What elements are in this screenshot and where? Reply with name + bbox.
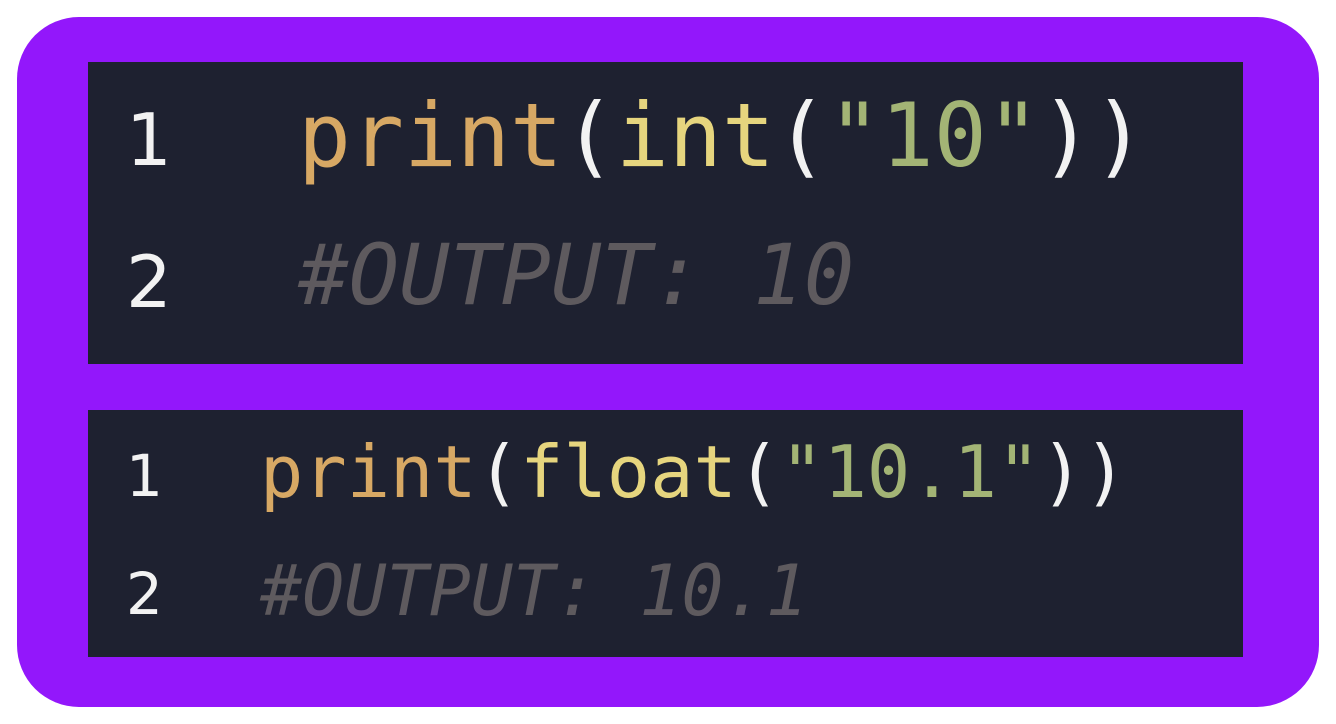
paren-token: )): [1040, 430, 1128, 514]
string-token: "10.1": [780, 430, 1041, 514]
output-comment: #OUTPUT: 10.1: [260, 550, 808, 632]
paren-token: (: [562, 84, 616, 187]
code-text: print(int("10")): [298, 84, 1146, 187]
builtin-token: int: [615, 84, 775, 187]
paren-token: (: [736, 430, 781, 514]
output-comment: #OUTPUT: 10: [298, 226, 855, 324]
function-token: print: [260, 430, 477, 514]
line-number: 2: [126, 240, 172, 324]
line-number: 1: [126, 98, 172, 182]
code-panel-int: 1 print(int("10")) 2 #OUTPUT: 10: [88, 62, 1243, 364]
paren-token: )): [1039, 84, 1146, 187]
code-line: 1 print(int("10")): [88, 84, 1146, 198]
line-number: 2: [126, 560, 163, 628]
builtin-token: float: [520, 430, 737, 514]
string-token: "10": [827, 84, 1040, 187]
code-panel-float: 1 print(float("10.1")) 2 #OUTPUT: 10.1: [88, 410, 1243, 657]
function-token: print: [298, 84, 563, 187]
purple-frame: 1 print(int("10")) 2 #OUTPUT: 10 1 print…: [17, 17, 1319, 707]
code-line: 1 print(float("10.1")): [88, 430, 1127, 522]
code-line: 2 #OUTPUT: 10: [88, 226, 854, 330]
paren-token: (: [774, 84, 828, 187]
line-number: 1: [126, 442, 163, 510]
code-line: 2 #OUTPUT: 10.1: [88, 550, 808, 640]
code-text: print(float("10.1")): [260, 430, 1127, 514]
paren-token: (: [476, 430, 521, 514]
